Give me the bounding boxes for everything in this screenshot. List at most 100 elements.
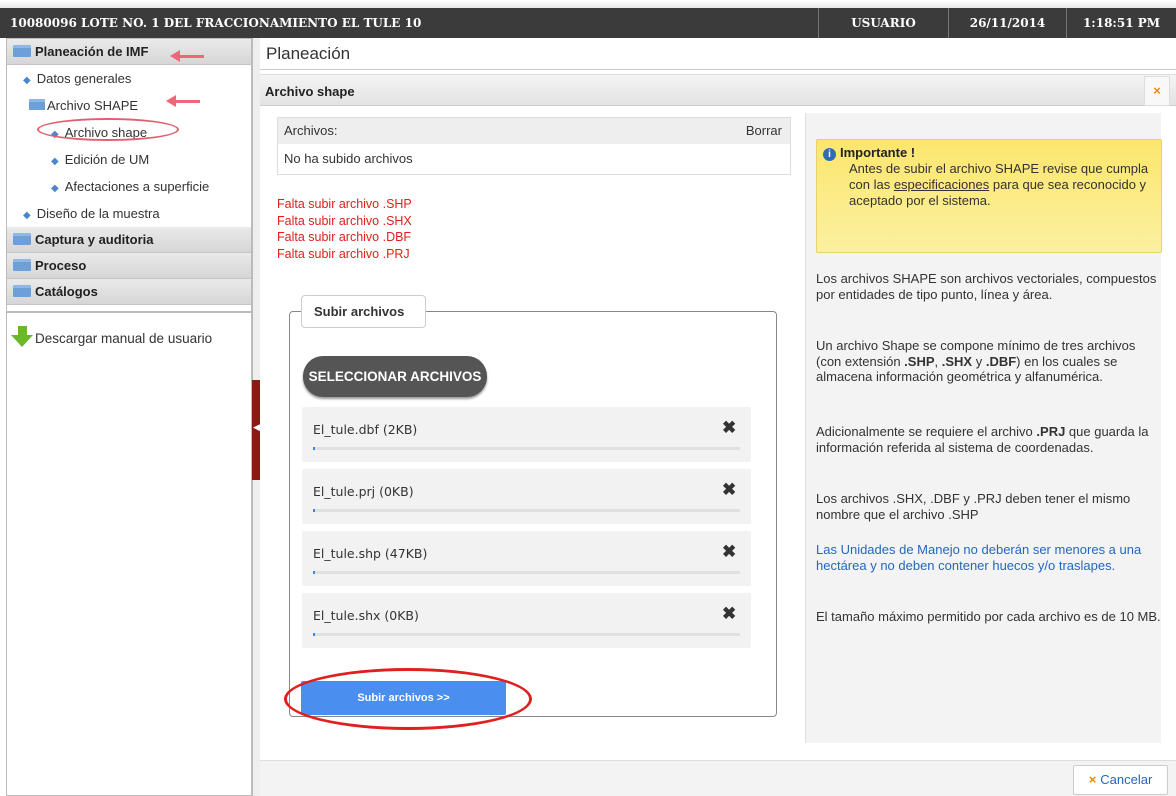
info-ext: .PRJ <box>1036 424 1066 439</box>
cancel-label: Cancelar <box>1100 772 1153 787</box>
close-panel-button[interactable]: × <box>1144 76 1170 106</box>
sidebar-item-label: Archivo SHAPE <box>47 98 139 113</box>
info-paragraph: El tamaño máximo permitido por cada arch… <box>816 609 1161 624</box>
annotation-arrow <box>170 50 204 62</box>
upload-progress-bar <box>313 447 740 450</box>
folder-icon <box>13 259 31 271</box>
panel-title: Archivo shape <box>260 74 1176 106</box>
important-notice: i Importante ! Antes de subir el archivo … <box>816 139 1162 253</box>
table-empty-row: No ha subido archivos <box>278 144 790 174</box>
info-text: , <box>934 353 942 369</box>
sidebar: Planeación de IMF ◆ Datos generales Archi… <box>6 38 252 796</box>
folder-icon <box>13 285 31 297</box>
instructions-pane: i Importante ! Antes de subir el archivo … <box>805 113 1162 743</box>
bullet-icon: ◆ <box>23 75 31 86</box>
notice-body: Antes de subir el archivo SHAPE revise q… <box>823 161 1155 209</box>
sidebar-group-captura[interactable]: Captura y auditoria <box>7 227 251 253</box>
close-icon: × <box>1088 772 1097 787</box>
sidebar-item-label: Afectaciones a superficie <box>64 179 210 194</box>
info-ext: .DBF <box>985 353 1017 369</box>
file-name: El_tule.dbf (2KB) <box>313 422 418 437</box>
remove-file-icon[interactable]: ✖ <box>722 604 736 624</box>
upload-progress-bar <box>313 509 740 512</box>
chevron-left-icon: ◀ <box>253 422 260 432</box>
file-name: El_tule.shp (47KB) <box>313 546 428 561</box>
folder-icon <box>13 233 31 245</box>
upload-fieldset-legend: Subir archivos <box>301 295 426 328</box>
download-arrow-icon <box>11 326 33 349</box>
upload-progress-bar <box>313 571 740 574</box>
progress-fill <box>313 633 315 636</box>
notice-heading-row: i Importante ! <box>823 145 1155 161</box>
main-content: Planeación Archivo shape × Archivos: Bor… <box>260 38 1176 796</box>
file-name: El_tule.prj (0KB) <box>313 484 414 499</box>
file-item: El_tule.shp (47KB) ✖ <box>302 531 751 586</box>
sidebar-group-proceso[interactable]: Proceso <box>7 253 251 279</box>
remove-file-icon[interactable]: ✖ <box>722 542 736 562</box>
info-icon: i <box>823 148 836 161</box>
column-header-delete: Borrar <box>745 123 782 138</box>
sidebar-item-label: Diseño de la muestra <box>36 206 160 221</box>
upload-pane: Archivos: Borrar No ha subido archivos F… <box>260 106 805 730</box>
sidebar-item-diseno-muestra[interactable]: ◆ Diseño de la muestra <box>7 200 251 227</box>
info-text: Adicionalmente se requiere el archivo <box>816 424 1037 439</box>
uploaded-files-table: Archivos: Borrar No ha subido archivos <box>277 117 791 175</box>
error-message: Falta subir archivo .SHX <box>277 213 412 228</box>
folder-open-icon <box>29 99 45 110</box>
sidebar-item-label: Datos generales <box>36 71 132 86</box>
info-paragraph-um: Las Unidades de Manejo no deberán ser me… <box>816 542 1142 573</box>
info-paragraph: Los archivos SHAPE son archivos vectoria… <box>816 271 1157 302</box>
sidebar-subgroup-archivo-shape[interactable]: Archivo SHAPE <box>7 92 251 119</box>
sidebar-item-label: Edición de UM <box>64 152 150 167</box>
missing-files-errors: Falta subir archivo .SHP Falta subir arc… <box>277 196 412 262</box>
error-message: Falta subir archivo .PRJ <box>277 246 410 261</box>
bullet-icon: ◆ <box>23 210 31 221</box>
progress-fill <box>313 571 315 574</box>
download-manual-label: Descargar manual de usuario <box>35 331 213 346</box>
error-message: Falta subir archivo .SHP <box>277 197 412 211</box>
sidebar-group-label: Catálogos <box>35 284 98 299</box>
remove-file-icon[interactable]: ✖ <box>722 418 736 438</box>
info-ext: .SHP <box>904 353 935 369</box>
download-manual-link[interactable]: Descargar manual de usuario <box>7 311 251 349</box>
sidebar-group-catalogos[interactable]: Catálogos <box>7 279 251 305</box>
info-ext: .SHX <box>941 353 973 369</box>
header-bar: 10080096 LOTE NO. 1 DEL FRACCIONAMIENTO … <box>0 8 1176 38</box>
cancel-button[interactable]: × Cancelar <box>1073 765 1168 795</box>
notice-heading: Importante ! <box>840 145 916 160</box>
file-item: El_tule.dbf (2KB) ✖ <box>302 407 751 462</box>
sidebar-item-afectaciones[interactable]: ◆ Afectaciones a superficie <box>7 173 251 200</box>
user-label[interactable]: USUARIO <box>818 8 948 38</box>
sidebar-collapse-toggle[interactable]: ◀ <box>252 380 260 480</box>
info-paragraph: Un archivo Shape se compone mínimo de tr… <box>816 338 1161 385</box>
remove-file-icon[interactable]: ✖ <box>722 480 736 500</box>
sidebar-group-planeacion[interactable]: Planeación de IMF <box>7 39 251 65</box>
file-name: El_tule.shx (0KB) <box>313 608 419 623</box>
sidebar-group-label: Planeación de IMF <box>35 44 149 59</box>
sidebar-item-edicion-um[interactable]: ◆ Edición de UM <box>7 146 251 173</box>
info-paragraph: Adicionalmente se requiere el archivo .P… <box>816 424 1161 455</box>
info-paragraph: Los archivos .SHX, .DBF y .PRJ deben ten… <box>816 491 1131 522</box>
error-message: Falta subir archivo .DBF <box>277 230 412 244</box>
sidebar-item-datos-generales[interactable]: ◆ Datos generales <box>7 65 251 92</box>
bullet-icon: ◆ <box>51 183 59 194</box>
bullet-icon: ◆ <box>51 156 59 167</box>
table-header: Archivos: Borrar <box>278 118 790 144</box>
annotation-ellipse <box>37 118 179 141</box>
record-title: 10080096 LOTE NO. 1 DEL FRACCIONAMIENTO … <box>10 16 422 30</box>
date-label: 26/11/2014 <box>948 8 1066 38</box>
file-item: El_tule.shx (0KB) ✖ <box>302 593 751 648</box>
specifications-link[interactable]: especificaciones <box>894 177 989 192</box>
time-label: 1:18:51 PM <box>1066 8 1176 38</box>
column-header-files: Archivos: <box>284 123 338 138</box>
annotation-ellipse <box>284 668 532 730</box>
annotation-arrow <box>166 95 200 107</box>
select-files-button[interactable]: SELECCIONAR ARCHIVOS <box>303 356 487 397</box>
file-item: El_tule.prj (0KB) ✖ <box>302 469 751 524</box>
page-title: Planeación <box>260 38 1176 70</box>
folder-open-icon <box>13 45 31 57</box>
sidebar-group-label: Proceso <box>35 258 87 273</box>
progress-fill <box>313 509 315 512</box>
upload-progress-bar <box>313 633 740 636</box>
panel-footer: × Cancelar <box>260 760 1176 796</box>
